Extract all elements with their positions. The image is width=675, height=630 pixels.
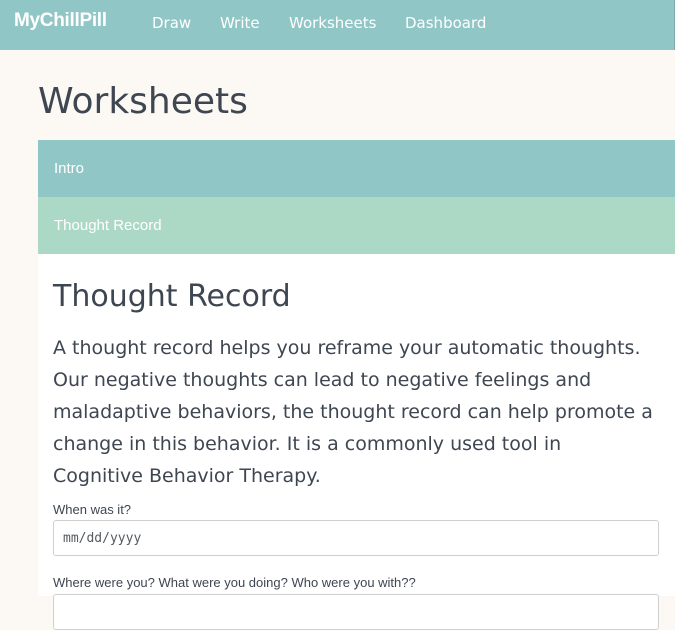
where-input[interactable] <box>53 594 659 630</box>
thought-record-content: Thought Record A thought record helps yo… <box>38 254 675 630</box>
top-navbar: MyChillPill Draw Write Worksheets Dashbo… <box>0 0 675 50</box>
section-description: A thought record helps you reframe your … <box>53 337 653 487</box>
accordion-panel-intro[interactable]: Intro <box>38 140 675 197</box>
brand-logo[interactable]: MyChillPill <box>14 10 107 32</box>
when-field-label: When was it? <box>53 502 132 517</box>
nav-link-dashboard[interactable]: Dashboard <box>405 14 486 32</box>
accordion-panel-thought-record[interactable]: Thought Record <box>38 197 675 254</box>
page-title: Worksheets <box>38 81 248 122</box>
where-field-label: Where were you? What were you doing? Who… <box>53 575 416 590</box>
section-title: Thought Record <box>53 279 291 314</box>
date-input[interactable] <box>53 520 659 556</box>
nav-link-worksheets[interactable]: Worksheets <box>289 14 376 32</box>
nav-link-write[interactable]: Write <box>220 14 260 32</box>
nav-link-draw[interactable]: Draw <box>152 14 191 32</box>
